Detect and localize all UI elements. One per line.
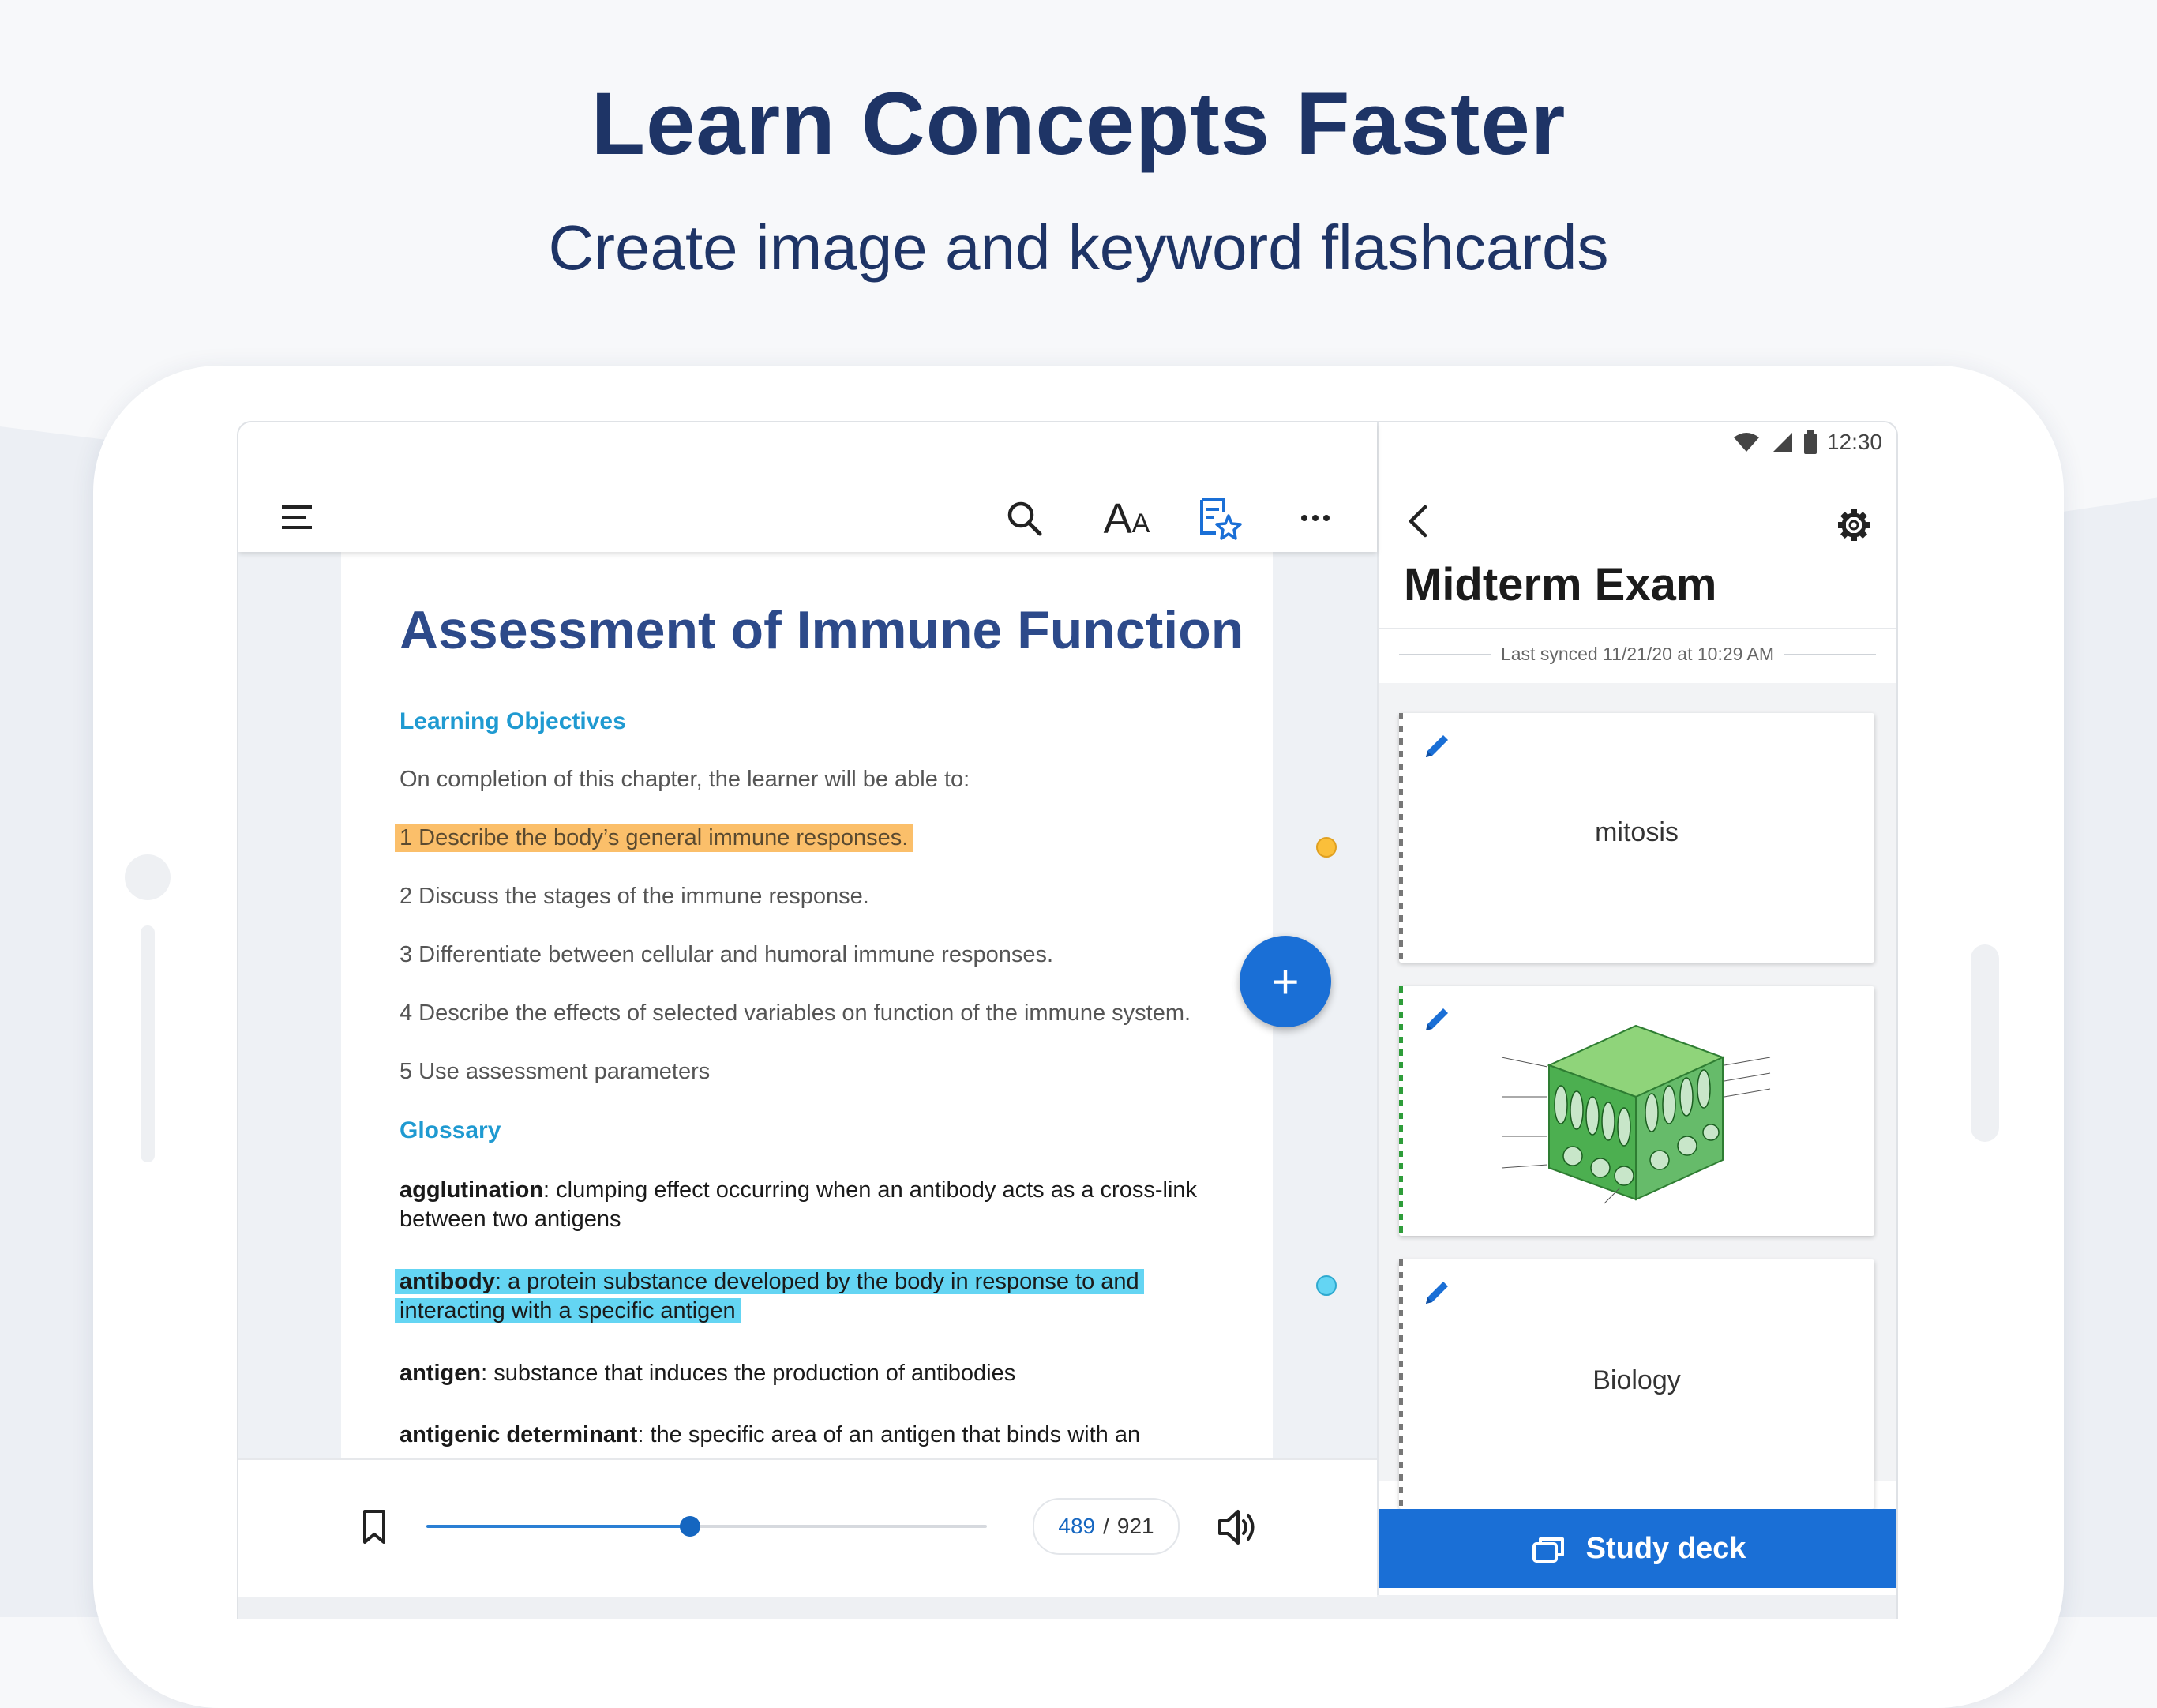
- status-bar: 12:30: [1732, 422, 1896, 462]
- objectives-intro: On completion of this chapter, the learn…: [400, 767, 970, 792]
- hero-title: Learn Concepts Faster: [591, 74, 1566, 173]
- tablet-screen: AA Assessment of Immune Function Learnin…: [237, 421, 1898, 1619]
- more-icon[interactable]: [1296, 506, 1334, 530]
- reader-bottom-bar: 489 / 921: [238, 1458, 1377, 1597]
- reader-toolbar: AA: [238, 422, 1377, 552]
- objective-item: 4 Describe the effects of selected varia…: [400, 1000, 1191, 1026]
- sync-status: Last synced 11/21/20 at 10:29 AM: [1399, 644, 1876, 665]
- search-icon[interactable]: [1003, 497, 1045, 539]
- flashcard-star-icon[interactable]: [1195, 495, 1244, 544]
- text-size-icon[interactable]: AA: [1099, 495, 1154, 542]
- highlighted-text[interactable]: 1 Describe the body’s general immune res…: [395, 824, 913, 852]
- objective-item: 2 Discuss the stages of the immune respo…: [400, 884, 869, 909]
- speaker-icon[interactable]: [1216, 1506, 1260, 1548]
- glossary-definition: : substance that induces the production …: [481, 1361, 1016, 1386]
- card-keyword: mitosis: [1595, 817, 1679, 847]
- highlight-marker-orange[interactable]: [1316, 837, 1337, 858]
- bookmark-icon[interactable]: [358, 1507, 390, 1547]
- panel-divider: [1379, 628, 1896, 629]
- edit-pencil-icon[interactable]: [1421, 1004, 1453, 1039]
- sync-text: Last synced 11/21/20 at 10:29 AM: [1500, 644, 1775, 664]
- card-keyword: Biology: [1592, 1365, 1681, 1395]
- tablet-camera: [125, 854, 171, 900]
- flashcard-image[interactable]: [1399, 986, 1874, 1236]
- battery-icon: [1803, 430, 1817, 454]
- glossary-term: antibody: [400, 1269, 495, 1294]
- glossary-term: antigen: [400, 1361, 482, 1386]
- system-nav-strip: [238, 1595, 1896, 1619]
- objectives-heading: Learning Objectives: [400, 708, 626, 734]
- page-slider-fill: [426, 1525, 691, 1528]
- menu-icon[interactable]: [278, 501, 317, 533]
- card-edge: [1399, 986, 1403, 1236]
- cards-stack-icon: [1532, 1537, 1564, 1563]
- edit-pencil-icon[interactable]: [1421, 730, 1453, 766]
- leaf-cross-section-image: [1501, 1024, 1771, 1204]
- deck-title: Midterm Exam: [1404, 559, 1717, 610]
- study-deck-button[interactable]: Study deck: [1379, 1509, 1896, 1588]
- objective-item: 3 Differentiate between cellular and hum…: [400, 942, 1054, 967]
- flashcard-list: mitosis Biology: [1379, 683, 1896, 1509]
- objective-item: 5 Use assessment parameters: [400, 1059, 711, 1084]
- reader-pane: AA Assessment of Immune Function Learnin…: [238, 422, 1377, 1619]
- signal-icon: [1772, 433, 1792, 452]
- page-slider-thumb[interactable]: [680, 1516, 701, 1537]
- glossary-term: agglutination: [400, 1177, 544, 1203]
- page-slider[interactable]: [426, 1516, 987, 1537]
- total-pages: 921: [1116, 1514, 1154, 1538]
- status-time: 12:30: [1826, 430, 1882, 454]
- wifi-icon: [1733, 433, 1759, 452]
- settings-gear-icon[interactable]: [1835, 506, 1873, 544]
- page-separator: /: [1103, 1514, 1109, 1538]
- glossary-term: antigenic determinant: [400, 1422, 638, 1447]
- document-title: Assessment of Immune Function: [400, 600, 1244, 660]
- glossary-entry[interactable]: antibody: a protein substance developed …: [395, 1267, 1221, 1326]
- glossary-entry: antigenic determinant: the specific area…: [400, 1421, 1221, 1450]
- add-card-button[interactable]: +: [1240, 936, 1331, 1027]
- glossary-entry: agglutination: clumping effect occurring…: [400, 1176, 1221, 1234]
- glossary-entry: antigen: substance that induces the prod…: [400, 1359, 1221, 1388]
- edit-pencil-icon[interactable]: [1421, 1277, 1453, 1312]
- page-indicator[interactable]: 489 / 921: [1033, 1498, 1180, 1555]
- hero-subtitle: Create image and keyword flashcards: [548, 212, 1609, 283]
- highlight-marker-cyan[interactable]: [1316, 1275, 1337, 1296]
- tablet-side-bar-right: [1971, 944, 1999, 1142]
- highlighted-text[interactable]: antibody: a protein substance developed …: [395, 1269, 1144, 1323]
- document-page: Assessment of Immune Function Learning O…: [341, 552, 1273, 1500]
- flashcard[interactable]: mitosis: [1399, 713, 1874, 963]
- glossary-heading: Glossary: [400, 1117, 501, 1143]
- study-deck-label: Study deck: [1585, 1531, 1746, 1565]
- flashcard[interactable]: Biology: [1399, 1259, 1874, 1509]
- glossary-definition: : the specific area of an antigen that b…: [637, 1422, 1141, 1447]
- current-page: 489: [1058, 1514, 1096, 1538]
- tablet-side-bar-left: [141, 925, 155, 1162]
- flashcard-panel: 12:30 Midterm Exam Last synced 11/21/20 …: [1377, 422, 1896, 1619]
- objective-item[interactable]: 1 Describe the body’s general immune res…: [395, 824, 913, 852]
- glossary-definition: : a protein substance developed by the b…: [400, 1269, 1139, 1323]
- back-icon[interactable]: [1402, 501, 1434, 541]
